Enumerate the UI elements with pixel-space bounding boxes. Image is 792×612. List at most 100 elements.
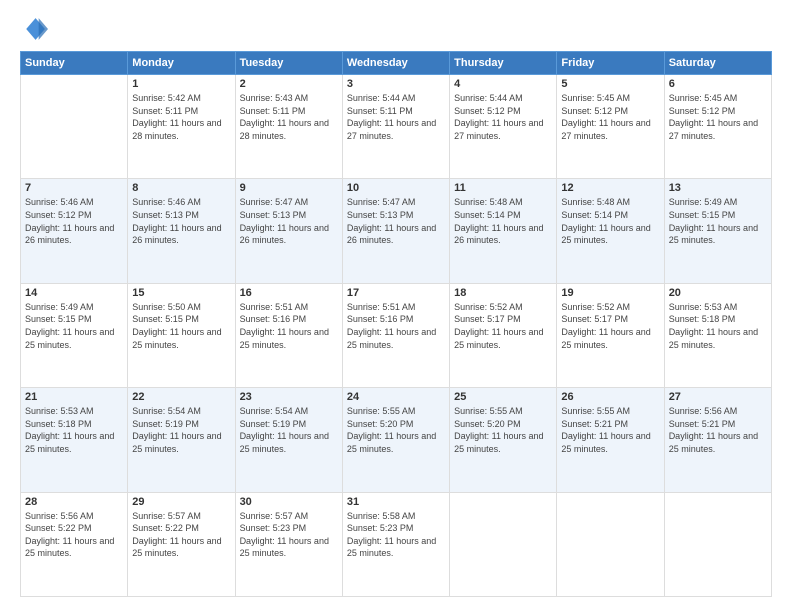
weekday-header: Monday bbox=[128, 52, 235, 75]
calendar-cell: 31Sunrise: 5:58 AM Sunset: 5:23 PM Dayli… bbox=[342, 492, 449, 596]
calendar-cell: 18 Sunrise: 5:52 AM Sunset: 5:17 PM Dayli… bbox=[450, 283, 557, 387]
day-info: Sunrise: 5:54 AM Sunset: 5:19 PM Dayligh… bbox=[132, 405, 230, 455]
day-info: Sunrise: 5:51 AM Sunset: 5:16 PM Dayligh… bbox=[347, 301, 445, 351]
calendar-week-row: 28 Sunrise: 5:56 AM Sunset: 5:22 PM Dayli… bbox=[21, 492, 772, 596]
logo-icon bbox=[20, 15, 48, 43]
calendar-table: SundayMondayTuesdayWednesdayThursdayFrid… bbox=[20, 51, 772, 597]
day-number: 27 bbox=[669, 391, 767, 403]
header bbox=[20, 15, 772, 43]
calendar-cell: 3 Sunrise: 5:44 AM Sunset: 5:11 PM Daylig… bbox=[342, 75, 449, 179]
calendar-cell: 1 Sunrise: 5:42 AM Sunset: 5:11 PM Daylig… bbox=[128, 75, 235, 179]
day-info: Sunrise: 5:45 AM Sunset: 5:12 PM Dayligh… bbox=[561, 92, 659, 142]
day-info: Sunrise: 5:53 AM Sunset: 5:18 PM Dayligh… bbox=[25, 405, 123, 455]
day-info: Sunrise: 5:55 AM Sunset: 5:21 PM Dayligh… bbox=[561, 405, 659, 455]
day-info: Sunrise: 5:48 AM Sunset: 5:14 PM Dayligh… bbox=[454, 196, 552, 246]
calendar-cell: 28 Sunrise: 5:56 AM Sunset: 5:22 PM Dayli… bbox=[21, 492, 128, 596]
calendar-cell: 13 Sunrise: 5:49 AM Sunset: 5:15 PM Dayli… bbox=[664, 179, 771, 283]
day-info: Sunrise: 5:53 AM Sunset: 5:18 PM Dayligh… bbox=[669, 301, 767, 351]
day-number: 28 bbox=[25, 496, 123, 508]
day-number: 14 bbox=[25, 287, 123, 299]
day-number: 3 bbox=[347, 78, 445, 90]
day-info: Sunrise: 5:55 AM Sunset: 5:20 PM Dayligh… bbox=[454, 405, 552, 455]
day-info: Sunrise: 5:44 AM Sunset: 5:12 PM Dayligh… bbox=[454, 92, 552, 142]
day-info: Sunrise: 5:58 AM Sunset: 5:23 PM Dayligh… bbox=[347, 510, 445, 560]
day-number: 16 bbox=[240, 287, 338, 299]
day-number: 2 bbox=[240, 78, 338, 90]
weekday-header: Saturday bbox=[664, 52, 771, 75]
day-number: 1 bbox=[132, 78, 230, 90]
weekday-header: Friday bbox=[557, 52, 664, 75]
day-info: Sunrise: 5:48 AM Sunset: 5:14 PM Dayligh… bbox=[561, 196, 659, 246]
weekday-header: Wednesday bbox=[342, 52, 449, 75]
calendar-cell bbox=[557, 492, 664, 596]
calendar-cell: 14Sunrise: 5:49 AM Sunset: 5:15 PM Dayli… bbox=[21, 283, 128, 387]
calendar-cell: 4 Sunrise: 5:44 AM Sunset: 5:12 PM Daylig… bbox=[450, 75, 557, 179]
calendar-cell: 10 Sunrise: 5:47 AM Sunset: 5:13 PM Dayli… bbox=[342, 179, 449, 283]
day-number: 6 bbox=[669, 78, 767, 90]
weekday-header: Thursday bbox=[450, 52, 557, 75]
calendar-week-row: 14Sunrise: 5:49 AM Sunset: 5:15 PM Dayli… bbox=[21, 283, 772, 387]
calendar-cell: 21Sunrise: 5:53 AM Sunset: 5:18 PM Dayli… bbox=[21, 388, 128, 492]
day-number: 5 bbox=[561, 78, 659, 90]
calendar-cell: 9 Sunrise: 5:47 AM Sunset: 5:13 PM Daylig… bbox=[235, 179, 342, 283]
day-number: 30 bbox=[240, 496, 338, 508]
day-info: Sunrise: 5:46 AM Sunset: 5:13 PM Dayligh… bbox=[132, 196, 230, 246]
day-number: 26 bbox=[561, 391, 659, 403]
calendar-cell: 30Sunrise: 5:57 AM Sunset: 5:23 PM Dayli… bbox=[235, 492, 342, 596]
calendar-cell bbox=[664, 492, 771, 596]
day-info: Sunrise: 5:46 AM Sunset: 5:12 PM Dayligh… bbox=[25, 196, 123, 246]
calendar-cell: 19 Sunrise: 5:52 AM Sunset: 5:17 PM Dayli… bbox=[557, 283, 664, 387]
calendar-cell: 8 Sunrise: 5:46 AM Sunset: 5:13 PM Daylig… bbox=[128, 179, 235, 283]
calendar-week-row: 1 Sunrise: 5:42 AM Sunset: 5:11 PM Daylig… bbox=[21, 75, 772, 179]
calendar-cell: 20Sunrise: 5:53 AM Sunset: 5:18 PM Dayli… bbox=[664, 283, 771, 387]
calendar-cell: 17 Sunrise: 5:51 AM Sunset: 5:16 PM Dayli… bbox=[342, 283, 449, 387]
day-info: Sunrise: 5:56 AM Sunset: 5:21 PM Dayligh… bbox=[669, 405, 767, 455]
day-info: Sunrise: 5:42 AM Sunset: 5:11 PM Dayligh… bbox=[132, 92, 230, 142]
calendar-cell: 16 Sunrise: 5:51 AM Sunset: 5:16 PM Dayli… bbox=[235, 283, 342, 387]
calendar-cell: 5 Sunrise: 5:45 AM Sunset: 5:12 PM Daylig… bbox=[557, 75, 664, 179]
day-number: 23 bbox=[240, 391, 338, 403]
day-number: 8 bbox=[132, 182, 230, 194]
calendar-cell: 29 Sunrise: 5:57 AM Sunset: 5:22 PM Dayli… bbox=[128, 492, 235, 596]
day-info: Sunrise: 5:51 AM Sunset: 5:16 PM Dayligh… bbox=[240, 301, 338, 351]
calendar-cell: 2 Sunrise: 5:43 AM Sunset: 5:11 PM Daylig… bbox=[235, 75, 342, 179]
day-info: Sunrise: 5:50 AM Sunset: 5:15 PM Dayligh… bbox=[132, 301, 230, 351]
calendar-cell: 12 Sunrise: 5:48 AM Sunset: 5:14 PM Dayli… bbox=[557, 179, 664, 283]
calendar-cell: 22Sunrise: 5:54 AM Sunset: 5:19 PM Dayli… bbox=[128, 388, 235, 492]
day-number: 18 bbox=[454, 287, 552, 299]
weekday-header: Sunday bbox=[21, 52, 128, 75]
day-info: Sunrise: 5:49 AM Sunset: 5:15 PM Dayligh… bbox=[669, 196, 767, 246]
day-number: 4 bbox=[454, 78, 552, 90]
day-number: 25 bbox=[454, 391, 552, 403]
page: SundayMondayTuesdayWednesdayThursdayFrid… bbox=[0, 0, 792, 612]
calendar-cell: 7 Sunrise: 5:46 AM Sunset: 5:12 PM Daylig… bbox=[21, 179, 128, 283]
day-info: Sunrise: 5:47 AM Sunset: 5:13 PM Dayligh… bbox=[240, 196, 338, 246]
day-number: 19 bbox=[561, 287, 659, 299]
calendar-cell: 15 Sunrise: 5:50 AM Sunset: 5:15 PM Dayli… bbox=[128, 283, 235, 387]
day-info: Sunrise: 5:45 AM Sunset: 5:12 PM Dayligh… bbox=[669, 92, 767, 142]
day-number: 24 bbox=[347, 391, 445, 403]
day-number: 29 bbox=[132, 496, 230, 508]
calendar-week-row: 21Sunrise: 5:53 AM Sunset: 5:18 PM Dayli… bbox=[21, 388, 772, 492]
day-info: Sunrise: 5:44 AM Sunset: 5:11 PM Dayligh… bbox=[347, 92, 445, 142]
day-info: Sunrise: 5:57 AM Sunset: 5:22 PM Dayligh… bbox=[132, 510, 230, 560]
calendar-cell: 23 Sunrise: 5:54 AM Sunset: 5:19 PM Dayli… bbox=[235, 388, 342, 492]
day-info: Sunrise: 5:52 AM Sunset: 5:17 PM Dayligh… bbox=[561, 301, 659, 351]
day-number: 10 bbox=[347, 182, 445, 194]
weekday-header: Tuesday bbox=[235, 52, 342, 75]
day-number: 7 bbox=[25, 182, 123, 194]
day-info: Sunrise: 5:55 AM Sunset: 5:20 PM Dayligh… bbox=[347, 405, 445, 455]
day-number: 9 bbox=[240, 182, 338, 194]
calendar-cell: 6 Sunrise: 5:45 AM Sunset: 5:12 PM Daylig… bbox=[664, 75, 771, 179]
day-info: Sunrise: 5:43 AM Sunset: 5:11 PM Dayligh… bbox=[240, 92, 338, 142]
day-number: 17 bbox=[347, 287, 445, 299]
day-info: Sunrise: 5:47 AM Sunset: 5:13 PM Dayligh… bbox=[347, 196, 445, 246]
calendar-cell: 27 Sunrise: 5:56 AM Sunset: 5:21 PM Dayli… bbox=[664, 388, 771, 492]
day-number: 11 bbox=[454, 182, 552, 194]
day-number: 12 bbox=[561, 182, 659, 194]
day-number: 13 bbox=[669, 182, 767, 194]
day-info: Sunrise: 5:52 AM Sunset: 5:17 PM Dayligh… bbox=[454, 301, 552, 351]
day-number: 15 bbox=[132, 287, 230, 299]
day-info: Sunrise: 5:56 AM Sunset: 5:22 PM Dayligh… bbox=[25, 510, 123, 560]
day-info: Sunrise: 5:54 AM Sunset: 5:19 PM Dayligh… bbox=[240, 405, 338, 455]
